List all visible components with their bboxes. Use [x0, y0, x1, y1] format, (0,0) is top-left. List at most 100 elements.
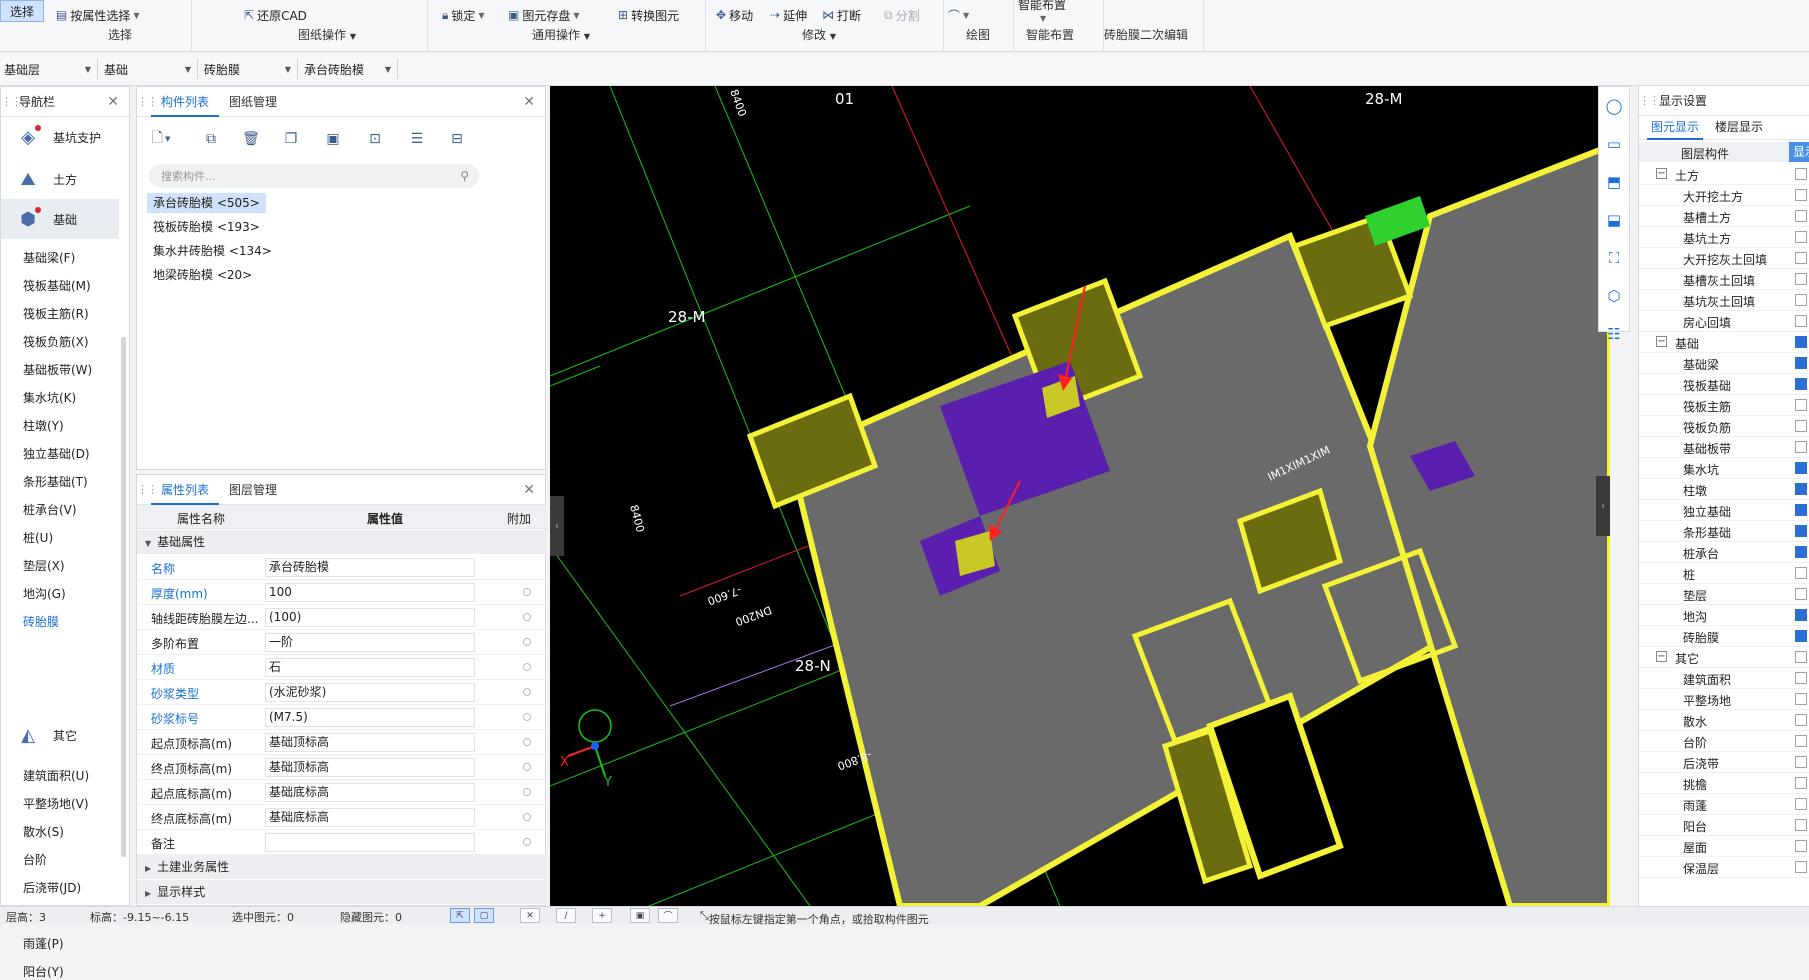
- close-icon[interactable]: ✕: [523, 94, 535, 110]
- cad-viewport[interactable]: 01 28-M 28-M 28-N 8400 8400 -7.600 DN200…: [550, 86, 1610, 906]
- component-list-item[interactable]: 承台砖胎模 <505>: [147, 193, 266, 213]
- add-icon[interactable]: +: [592, 908, 612, 923]
- display-mode-icon[interactable]: ⬡: [1599, 277, 1629, 315]
- visibility-checkbox[interactable]: [1795, 777, 1807, 789]
- nav-subitem[interactable]: 条形基础(T): [23, 473, 88, 490]
- tab-layer-management[interactable]: 图层管理: [219, 475, 287, 505]
- selected-element[interactable]: [1365, 196, 1430, 246]
- display-tree-row[interactable]: 集水坑: [1639, 458, 1809, 479]
- attach-radio[interactable]: [523, 688, 531, 696]
- tab-property-list[interactable]: 属性列表: [151, 475, 220, 505]
- section-display-style[interactable]: ▶ 显示样式: [137, 880, 547, 904]
- display-tree-row[interactable]: 柱墩: [1639, 479, 1809, 500]
- property-value-input[interactable]: 基础顶标高: [265, 758, 475, 777]
- display-tree-row[interactable]: 房心回填: [1639, 311, 1809, 332]
- 2d-view-icon[interactable]: ▭: [1599, 125, 1629, 163]
- visibility-checkbox[interactable]: [1795, 504, 1807, 516]
- visibility-checkbox[interactable]: [1795, 651, 1807, 663]
- property-value-input[interactable]: (水泥砂浆): [265, 683, 475, 702]
- display-tree-row[interactable]: 后浇带: [1639, 752, 1809, 773]
- nav-item-foundation-pit[interactable]: ◈ 基坑支护: [1, 117, 119, 157]
- visibility-checkbox[interactable]: [1795, 630, 1807, 642]
- display-tree-row[interactable]: 独立基础: [1639, 500, 1809, 521]
- box-select-icon[interactable]: ▢: [474, 908, 494, 923]
- collapse-left-handle[interactable]: ‹: [550, 496, 564, 556]
- nav-subitem[interactable]: 筏板基础(M): [23, 277, 91, 294]
- visibility-checkbox[interactable]: [1795, 189, 1807, 201]
- display-tree-row[interactable]: 阳台: [1639, 815, 1809, 836]
- visibility-checkbox[interactable]: [1795, 462, 1807, 474]
- component-list-item[interactable]: 筏板砖胎模 <193>: [147, 217, 266, 237]
- attach-radio[interactable]: [523, 663, 531, 671]
- attach-radio[interactable]: [523, 813, 531, 821]
- nav-subitem[interactable]: 阳台(Y): [23, 963, 64, 980]
- display-tree-row[interactable]: 保温层: [1639, 857, 1809, 878]
- display-tree-row[interactable]: 筏板主筋: [1639, 395, 1809, 416]
- visibility-checkbox[interactable]: [1795, 483, 1807, 495]
- property-value-input[interactable]: 一阶: [265, 633, 475, 652]
- nav-subitem[interactable]: 台阶: [23, 851, 47, 868]
- attach-radio[interactable]: [523, 613, 531, 621]
- drag-handle-icon[interactable]: ⋮⋮: [1639, 94, 1660, 107]
- nav-subitem[interactable]: 筏板主筋(R): [23, 305, 89, 322]
- visibility-checkbox[interactable]: [1795, 714, 1807, 726]
- tab-drawing-management[interactable]: 图纸管理: [219, 87, 287, 117]
- type-select[interactable]: 砖胎膜 ▼: [202, 59, 298, 79]
- move-button[interactable]: ✥ 移动: [716, 5, 753, 25]
- display-tree-row[interactable]: − 基础: [1639, 332, 1809, 353]
- view-cube-icon[interactable]: ⬓: [1599, 201, 1629, 239]
- display-tree-row[interactable]: 基坑灰土回填: [1639, 290, 1809, 311]
- nav-subitem[interactable]: 独立基础(D): [23, 445, 90, 462]
- display-tree-row[interactable]: 地沟: [1639, 605, 1809, 626]
- save-icon[interactable]: ▣: [323, 129, 343, 149]
- select-by-attribute-button[interactable]: ▤ 按属性选择 ▼: [56, 5, 140, 25]
- visibility-checkbox[interactable]: [1795, 336, 1807, 348]
- copy-icon[interactable]: ⧉: [201, 129, 221, 149]
- visibility-checkbox[interactable]: [1795, 315, 1807, 327]
- nav-subitem[interactable]: 筏板负筋(X): [23, 333, 89, 350]
- visibility-checkbox[interactable]: [1795, 441, 1807, 453]
- visibility-checkbox[interactable]: [1795, 525, 1807, 537]
- select-button[interactable]: 选择: [0, 0, 44, 22]
- display-tree-row[interactable]: 桩: [1639, 563, 1809, 584]
- nav-subitem[interactable]: 基础板带(W): [23, 361, 92, 378]
- zoom-extents-icon[interactable]: ⛶: [1599, 239, 1629, 277]
- tab-floor-display[interactable]: 楼层显示: [1711, 116, 1767, 140]
- display-tree-row[interactable]: 条形基础: [1639, 521, 1809, 542]
- display-tree-row[interactable]: 散水: [1639, 710, 1809, 731]
- property-value-input[interactable]: (M7.5): [265, 708, 475, 727]
- 3d-view-icon[interactable]: ⬒: [1599, 163, 1629, 201]
- display-tree-row[interactable]: 垫层: [1639, 584, 1809, 605]
- visibility-checkbox[interactable]: [1795, 168, 1807, 180]
- tab-component-list[interactable]: 构件列表: [151, 87, 220, 117]
- convert-element-button[interactable]: ⊞ 转换图元: [618, 5, 679, 25]
- visibility-checkbox[interactable]: [1795, 378, 1807, 390]
- display-tree-row[interactable]: 基槽土方: [1639, 206, 1809, 227]
- nav-subitem[interactable]: 基础梁(F): [23, 249, 75, 266]
- display-tree-row[interactable]: 建筑面积: [1639, 668, 1809, 689]
- attach-radio[interactable]: [523, 588, 531, 596]
- visibility-checkbox[interactable]: [1795, 672, 1807, 684]
- visibility-checkbox[interactable]: [1795, 861, 1807, 873]
- nav-item-earthwork[interactable]: ⛰ 土方: [1, 159, 119, 199]
- visibility-checkbox[interactable]: [1795, 210, 1807, 222]
- attach-radio[interactable]: [523, 838, 531, 846]
- nav-subitem[interactable]: 平整场地(V): [23, 795, 89, 812]
- visibility-checkbox[interactable]: [1795, 420, 1807, 432]
- visibility-checkbox[interactable]: [1795, 252, 1807, 264]
- orbit-icon[interactable]: ◯: [1599, 87, 1629, 125]
- display-tree-row[interactable]: 平整场地: [1639, 689, 1809, 710]
- drag-handle-icon[interactable]: ⋮⋮: [137, 483, 158, 496]
- nav-item-other[interactable]: ◭ 其它: [1, 715, 119, 755]
- save-element-button[interactable]: ▣ 图元存盘 ▼: [508, 5, 580, 25]
- attach-radio[interactable]: [523, 763, 531, 771]
- property-value-input[interactable]: 基础底标高: [265, 783, 475, 802]
- attach-radio[interactable]: [523, 788, 531, 796]
- close-icon[interactable]: ✕: [523, 482, 535, 498]
- close-icon[interactable]: ✕: [107, 94, 119, 110]
- extend-button[interactable]: ⇢ 延伸: [770, 5, 807, 25]
- visibility-checkbox[interactable]: [1795, 357, 1807, 369]
- property-value-input[interactable]: [265, 833, 475, 852]
- visibility-checkbox[interactable]: [1795, 588, 1807, 600]
- display-tree-row[interactable]: 大开挖灰土回填: [1639, 248, 1809, 269]
